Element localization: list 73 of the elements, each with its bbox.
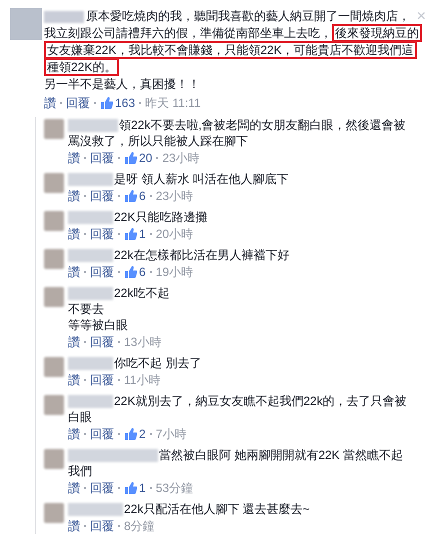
like-link[interactable]: 讚 — [44, 95, 56, 111]
reply-text: 領22k不要去啦,會被老闆的女朋友翻白眼，然後還會被罵沒救了，所以只能被人踩在腳下 — [68, 117, 407, 149]
avatar-placeholder — [44, 119, 64, 139]
like-link[interactable]: 讚 — [68, 264, 80, 280]
like-link[interactable]: 讚 — [68, 150, 80, 166]
blurred-name — [68, 503, 123, 516]
avatar-placeholder — [44, 287, 64, 307]
reply-link[interactable]: 回覆 — [66, 95, 90, 111]
thumbs-up-icon — [100, 97, 113, 109]
timestamp: 13小時 — [124, 334, 162, 350]
like-link[interactable]: 讚 — [68, 480, 80, 496]
blurred-name — [68, 119, 118, 132]
blurred-name — [68, 287, 113, 300]
like-count[interactable]: 6 — [139, 264, 146, 280]
thumbs-up-icon — [124, 428, 137, 440]
like-link[interactable]: 讚 — [68, 518, 80, 534]
blurred-name — [68, 249, 113, 262]
reply-text: 是呀 領人薪水 叫活在他人腳底下 — [68, 171, 408, 187]
like-link[interactable]: 讚 — [68, 334, 80, 350]
reply-link[interactable]: 回覆 — [90, 426, 114, 442]
reply-link[interactable]: 回覆 — [90, 372, 114, 388]
timestamp: 8分鐘 — [124, 518, 155, 534]
reply-link[interactable]: 回覆 — [90, 264, 114, 280]
comment-text: 另一半不是藝人，真困擾！！ — [44, 76, 201, 93]
avatar-placeholder — [44, 503, 64, 523]
reply-text: 22k只配活在他人腳下 還去甚麼去~ — [68, 501, 408, 517]
like-count[interactable]: 2 — [139, 426, 146, 442]
avatar-placeholder — [44, 173, 64, 193]
thumbs-up-icon — [124, 482, 137, 494]
timestamp: 昨天 11:11 — [145, 95, 201, 111]
avatar-placeholder — [44, 449, 64, 469]
blurred-name — [68, 173, 113, 186]
reply-link[interactable]: 回覆 — [90, 518, 114, 534]
reply-text: 22K就別去了，納豆女友瞧不起我們22k的，去了只會被白眼 — [68, 393, 408, 425]
reply-link[interactable]: 回覆 — [90, 334, 114, 350]
blurred-name — [44, 10, 84, 23]
avatar-placeholder — [44, 211, 64, 231]
timestamp: 23小時 — [156, 188, 194, 204]
reply-text: 你吃不起 別去了 — [68, 355, 408, 371]
blurred-name — [68, 395, 113, 408]
timestamp: 7小時 — [156, 426, 186, 442]
thumbs-up-icon — [124, 228, 137, 240]
like-count[interactable]: 20 — [139, 150, 152, 166]
like-count[interactable]: 6 — [139, 188, 146, 204]
blurred-name — [68, 211, 113, 224]
thumbs-up-icon — [124, 152, 137, 164]
reply-text: 22k吃不起 不要去 等等被白眼 — [68, 285, 170, 333]
thumbs-up-icon — [124, 190, 137, 202]
reply-text: 當然被白眼阿 她兩腳開開就有22K 當然瞧不起我們 — [68, 447, 404, 479]
avatar-placeholder — [44, 395, 64, 415]
reply-link[interactable]: 回覆 — [90, 226, 114, 242]
timestamp: 20小時 — [156, 226, 194, 242]
reply-text: 22k在怎樣都比活在男人褲襠下好 — [68, 247, 408, 263]
avatar-placeholder — [44, 357, 64, 377]
timestamp: 53分鐘 — [156, 480, 194, 496]
like-link[interactable]: 讚 — [68, 188, 80, 204]
reply-link[interactable]: 回覆 — [90, 188, 114, 204]
avatar-placeholder — [44, 249, 64, 269]
like-count[interactable]: 1 — [139, 480, 146, 496]
reply-text: 22K只能吃路邊攤 — [68, 209, 408, 225]
like-link[interactable]: 讚 — [68, 226, 80, 242]
avatar-placeholder — [10, 8, 42, 40]
timestamp: 23小時 — [162, 150, 200, 166]
like-link[interactable]: 讚 — [68, 426, 80, 442]
like-link[interactable]: 讚 — [68, 372, 80, 388]
timestamp: 11小時 — [124, 372, 160, 388]
reply-link[interactable]: 回覆 — [90, 480, 114, 496]
reply-link[interactable]: 回覆 — [90, 150, 114, 166]
like-count[interactable]: 1 — [139, 226, 146, 242]
timestamp: 19小時 — [156, 264, 194, 280]
thumbs-up-icon — [124, 266, 137, 278]
like-count[interactable]: 163 — [115, 95, 136, 111]
blurred-name — [68, 357, 113, 370]
